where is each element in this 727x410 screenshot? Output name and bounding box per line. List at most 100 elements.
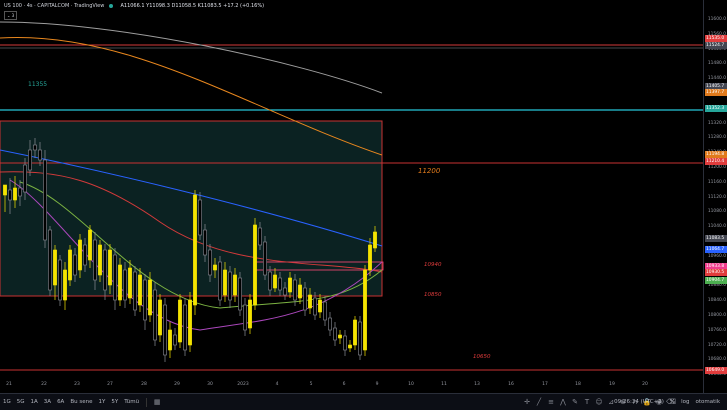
- price-tick-label: 10800.0: [707, 313, 726, 318]
- candle-body: [138, 274, 142, 306]
- tradingview-app: US 100 · 4s · CAPITALCOM · TradingView A…: [0, 0, 727, 410]
- candle-body: [353, 319, 357, 346]
- trendline-icon[interactable]: ╱: [535, 398, 544, 407]
- candle-body: [118, 264, 122, 301]
- time-tick-label: 17: [542, 382, 548, 387]
- auto-scale-button[interactable]: otomatik: [696, 399, 720, 405]
- time-tick-label: 19: [609, 382, 615, 387]
- time-tick-label: 9: [375, 382, 379, 387]
- range-button[interactable]: 1Y: [98, 399, 105, 405]
- time-tick-label: 30: [207, 382, 213, 387]
- pattern-icon[interactable]: ⋀: [559, 398, 568, 407]
- smile-icon[interactable]: ☺: [595, 398, 604, 407]
- cursor-icon[interactable]: ✛: [523, 398, 532, 407]
- candle-body: [293, 279, 297, 301]
- candle-body: [83, 244, 87, 266]
- candle-body: [158, 299, 162, 336]
- time-tick-label: 2023: [237, 382, 249, 387]
- candle-body: [253, 224, 257, 306]
- price-tick-label: 11040.0: [707, 224, 726, 230]
- chart-legend: US 100 · 4s · CAPITALCOM · TradingView A…: [4, 3, 264, 20]
- candle-body: [343, 335, 347, 351]
- candle-body: [283, 287, 287, 296]
- candle-body: [3, 184, 7, 196]
- candle-body: [13, 187, 17, 201]
- range-button[interactable]: Bu sene: [70, 399, 92, 405]
- percent-scale-button[interactable]: %: [670, 399, 675, 405]
- candle-body: [303, 287, 307, 311]
- clock-time[interactable]: 09:26:34 (UTC+3): [614, 399, 664, 405]
- range-button[interactable]: 5G: [17, 399, 25, 405]
- candle-body: [333, 327, 337, 341]
- time-tick-label: 20: [642, 382, 648, 387]
- range-button[interactable]: 5Y: [111, 399, 118, 405]
- price-tick-label: 11200.0: [707, 165, 726, 170]
- candle-body: [248, 299, 252, 329]
- price-tick-label: 11320.0: [707, 120, 726, 126]
- candle-body: [268, 271, 272, 291]
- candle-body: [198, 199, 202, 236]
- price-tag: 10904.7: [705, 277, 727, 284]
- range-button[interactable]: Tümü: [124, 399, 139, 405]
- range-button[interactable]: 1A: [31, 399, 38, 405]
- price-tick-label: 10880.0: [707, 283, 726, 289]
- ohlc-values: A11066.1 Y11098.3 D11058.5 K11083.5 +17.…: [120, 3, 265, 9]
- candle-body: [183, 304, 187, 351]
- candle-body: [313, 297, 317, 316]
- price-tick-label: 11280.0: [707, 135, 726, 141]
- status-dot-icon: [108, 3, 113, 8]
- candle-body: [103, 249, 107, 291]
- range-button[interactable]: 3A: [44, 399, 51, 405]
- symbol-title[interactable]: US 100 · 4s · CAPITALCOM · TradingView: [4, 3, 104, 9]
- price-tick-label: 11080.0: [707, 209, 726, 215]
- time-axis[interactable]: 21 22 23 27 28 29 30 2023 4 5 6 9 10 11 13 16 17 18 19 20: [0, 378, 703, 393]
- price-tick-label: 11480.0: [707, 61, 726, 67]
- time-tick-label: 13: [474, 382, 480, 387]
- candle-body: [218, 261, 222, 301]
- price-tick-label: 10680.0: [707, 357, 726, 363]
- calendar-icon[interactable]: ▦: [153, 398, 162, 407]
- candle-body: [33, 144, 37, 151]
- log-scale-button[interactable]: log: [681, 399, 689, 405]
- price-tag: 11083.5: [705, 235, 727, 242]
- candle-body: [153, 289, 157, 341]
- candle-body: [238, 277, 242, 311]
- candle-body: [28, 149, 32, 171]
- price-tag: 10930.5: [705, 269, 727, 276]
- time-tick-label: 18: [575, 382, 581, 387]
- time-tick-label: 29: [174, 382, 180, 387]
- price-axis[interactable]: 11600.011560.011520.011480.011440.011400…: [703, 0, 727, 393]
- chart-area[interactable]: US 100 · 4s · CAPITALCOM · TradingView A…: [0, 0, 703, 393]
- bottom-toolbar: 1G 5G 1A 3A 6A Bu sene 1Y 5Y Tümü ▦ ✛ ╱ ≡ ⋀ ✎ T …: [0, 393, 727, 410]
- annotation-11200: 11200: [418, 167, 441, 175]
- candle-body: [208, 249, 212, 276]
- candle-body: [23, 164, 27, 193]
- candle-body: [163, 304, 167, 356]
- candle-body: [223, 269, 227, 296]
- text-icon[interactable]: T: [583, 398, 592, 407]
- price-chart[interactable]: [0, 0, 703, 393]
- range-button[interactable]: 6A: [57, 399, 64, 405]
- price-tag: 11352.3: [705, 105, 727, 112]
- candle-body: [323, 301, 327, 321]
- candle-body: [168, 329, 172, 351]
- candle-body: [148, 279, 152, 316]
- indicators-collapse-button[interactable]: ⌄ 3: [4, 11, 18, 20]
- brush-icon[interactable]: ✎: [571, 398, 580, 407]
- fib-icon[interactable]: ≡: [547, 398, 556, 407]
- range-button[interactable]: 1G: [3, 399, 11, 405]
- ma-white: [0, 21, 383, 94]
- candle-body: [258, 227, 262, 246]
- price-tag: 11397.7: [705, 89, 727, 96]
- price-tick-label: 11440.0: [707, 76, 726, 82]
- time-tick-label: 16: [508, 382, 514, 387]
- time-tick-label: 22: [41, 382, 47, 387]
- price-tick-label: 11600.0: [707, 17, 726, 22]
- annotation-11355: 11355: [28, 81, 48, 88]
- candle-body: [38, 149, 42, 161]
- candle-body: [233, 274, 237, 296]
- candle-body: [348, 344, 352, 349]
- annotation-10850: 10850: [424, 292, 442, 298]
- candle-body: [278, 277, 282, 291]
- candle-body: [358, 321, 362, 356]
